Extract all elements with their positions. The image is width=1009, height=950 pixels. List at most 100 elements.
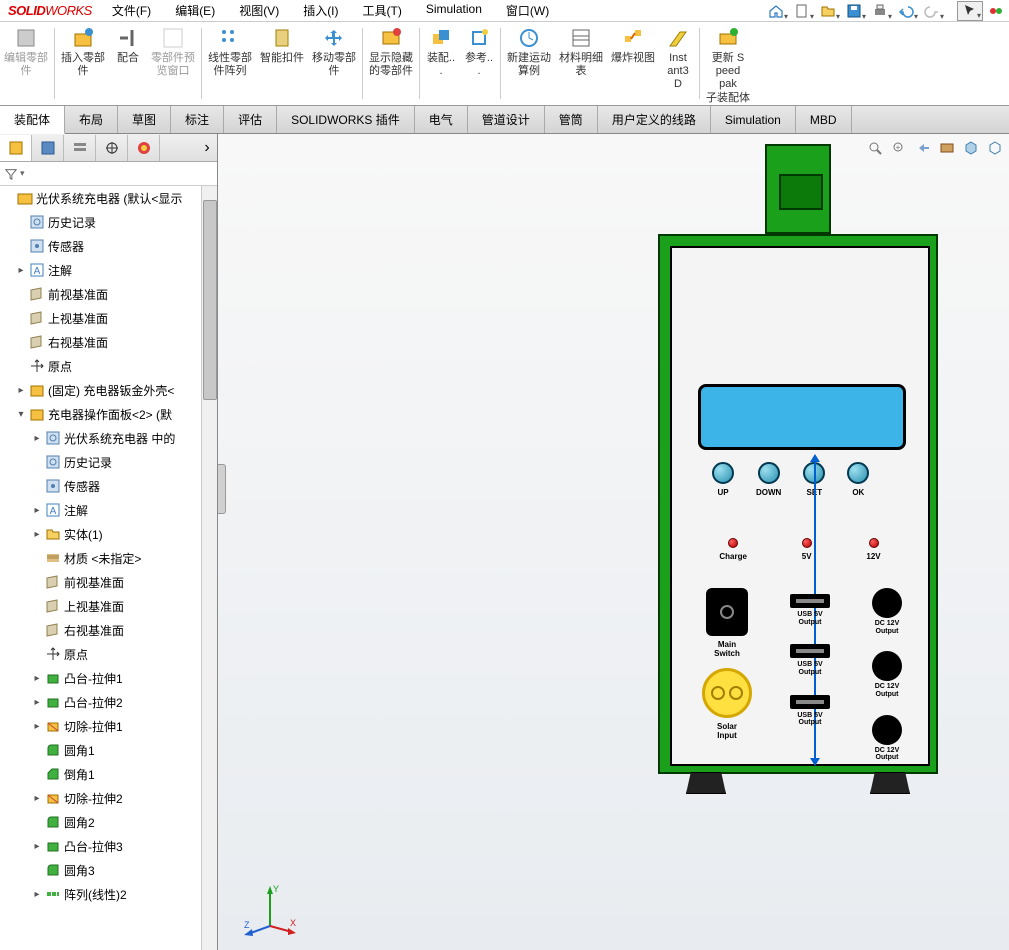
ribbon-pattern[interactable]: 线性零部件阵列	[204, 22, 256, 105]
tree-node[interactable]: ▸阵列(线性)2	[0, 882, 217, 906]
tab-用户定义的线路[interactable]: 用户定义的线路	[598, 106, 711, 133]
model-btn-OK: OK	[847, 462, 869, 497]
tree-node[interactable]: 原点	[0, 642, 217, 666]
model-led-5V: 5V	[802, 538, 812, 561]
model-solar-input	[702, 668, 752, 718]
ribbon-bom[interactable]: 材料明细表	[555, 22, 607, 105]
model-usb-port: USB 5VOutput	[790, 594, 830, 626]
ribbon-speedpak[interactable]: 更新 Speedpak 子装配体	[702, 22, 754, 105]
save-icon[interactable]: ▾	[841, 1, 867, 21]
tab-电气[interactable]: 电气	[415, 106, 468, 133]
view-orient-icon[interactable]	[961, 138, 981, 158]
ribbon-i3d[interactable]: Instant3D	[659, 22, 697, 105]
open-icon[interactable]: ▾	[815, 1, 841, 21]
graphics-viewport[interactable]: + UPDOWNSETOK Charge5V12V Main Switch So…	[218, 134, 1009, 950]
tree-node[interactable]: 前视基准面	[0, 570, 217, 594]
tree-node[interactable]: 前视基准面	[0, 282, 217, 306]
tree-node[interactable]: 上视基准面	[0, 306, 217, 330]
model-usb-port: USB 5VOutput	[790, 644, 830, 676]
ribbon-asm[interactable]: 装配...	[422, 22, 460, 105]
menu-插入(I)[interactable]: 插入(I)	[291, 0, 350, 22]
tree-node[interactable]: ▸(固定) 充电器钣金外壳<	[0, 378, 217, 402]
tab-MBD[interactable]: MBD	[796, 106, 852, 133]
menu-工具(T)[interactable]: 工具(T)	[351, 0, 414, 22]
undo-icon[interactable]: ▾	[893, 1, 919, 21]
ribbon-smart[interactable]: 智能扣件	[256, 22, 308, 105]
view-triad[interactable]: Y Z X	[242, 882, 298, 938]
tree-node[interactable]: 圆角1	[0, 738, 217, 762]
tree-node[interactable]: 光伏系统充电器 (默认<显示	[0, 186, 217, 210]
svg-text:+: +	[896, 143, 901, 152]
ribbon-showhide[interactable]: 显示隐藏的零部件	[365, 22, 417, 105]
menu-编辑(E)[interactable]: 编辑(E)	[163, 0, 227, 22]
model-charger[interactable]: UPDOWNSETOK Charge5V12V Main Switch Sola…	[658, 234, 938, 774]
model-dc-port: DC 12VOutput	[872, 715, 902, 762]
tree-node[interactable]: 右视基准面	[0, 330, 217, 354]
tab-布局[interactable]: 布局	[65, 106, 118, 133]
tab-评估[interactable]: 评估	[224, 106, 277, 133]
tab-草图[interactable]: 草图	[118, 106, 171, 133]
tree-node[interactable]: ▾充电器操作面板<2> (默	[0, 402, 217, 426]
tree-node[interactable]: 原点	[0, 354, 217, 378]
config-tab[interactable]	[64, 135, 96, 161]
tab-管道设计[interactable]: 管道设计	[468, 106, 545, 133]
tree-node[interactable]: 倒角1	[0, 762, 217, 786]
tree-node[interactable]: ▸切除-拉伸2	[0, 786, 217, 810]
tree-node[interactable]: 历史记录	[0, 210, 217, 234]
tree-node[interactable]: ▸实体(1)	[0, 522, 217, 546]
tab-Simulation[interactable]: Simulation	[711, 106, 796, 133]
tree-node[interactable]: 材质 <未指定>	[0, 546, 217, 570]
tab-SOLIDWORKS 插件[interactable]: SOLIDWORKS 插件	[277, 106, 415, 133]
tree-node[interactable]: 历史记录	[0, 450, 217, 474]
ribbon-motion[interactable]: 新建运动算例	[503, 22, 555, 105]
property-tab[interactable]	[32, 135, 64, 161]
ribbon-insert[interactable]: 插入零部件	[57, 22, 109, 105]
model-led-Charge: Charge	[719, 538, 747, 561]
tree-node[interactable]: ▸A注解	[0, 258, 217, 282]
tree-node[interactable]: ▸光伏系统充电器 中的	[0, 426, 217, 450]
new-icon[interactable]: ▾	[789, 1, 815, 21]
tree-node[interactable]: 传感器	[0, 474, 217, 498]
feature-tree-tab[interactable]	[0, 135, 32, 161]
menu-窗口(W)[interactable]: 窗口(W)	[494, 0, 561, 22]
zoom-area-icon[interactable]: +	[889, 138, 909, 158]
home-icon[interactable]: ▾	[763, 1, 789, 21]
ribbon-ref[interactable]: 参考...	[460, 22, 498, 105]
tab-装配体[interactable]: 装配体	[0, 106, 65, 134]
section-view-icon[interactable]	[937, 138, 957, 158]
tree-node[interactable]: 右视基准面	[0, 618, 217, 642]
dimxpert-tab[interactable]	[96, 135, 128, 161]
tree-node[interactable]: 圆角2	[0, 810, 217, 834]
tab-管筒[interactable]: 管筒	[545, 106, 598, 133]
menu-Simulation[interactable]: Simulation	[414, 0, 494, 22]
tab-标注[interactable]: 标注	[171, 106, 224, 133]
select-icon[interactable]: ▾	[957, 1, 983, 21]
menu-视图(V)[interactable]: 视图(V)	[227, 0, 291, 22]
tree-node[interactable]: ▸切除-拉伸1	[0, 714, 217, 738]
print-icon[interactable]: ▾	[867, 1, 893, 21]
ribbon-move[interactable]: 移动零部件	[308, 22, 360, 105]
tree-node[interactable]: ▸凸台-拉伸1	[0, 666, 217, 690]
ribbon-explode[interactable]: 爆炸视图	[607, 22, 659, 105]
panel-splitter-handle[interactable]	[218, 464, 226, 514]
panel-expand-icon[interactable]: ›	[197, 135, 217, 161]
tree-node[interactable]: ▸A注解	[0, 498, 217, 522]
ribbon-edit: 编辑零部件	[0, 22, 52, 105]
tree-node[interactable]: ▸凸台-拉伸2	[0, 690, 217, 714]
ribbon-mate[interactable]: 配合	[109, 22, 147, 105]
tree-node[interactable]: 上视基准面	[0, 594, 217, 618]
triad-x-label: X	[290, 918, 296, 928]
tree-scrollbar[interactable]	[201, 186, 217, 950]
rebuild-icon[interactable]	[983, 1, 1009, 21]
zoom-fit-icon[interactable]	[865, 138, 885, 158]
menu-文件(F)[interactable]: 文件(F)	[100, 0, 163, 22]
display-style-icon[interactable]	[985, 138, 1005, 158]
main-menu: 文件(F)编辑(E)视图(V)插入(I)工具(T)Simulation窗口(W)	[100, 0, 561, 22]
tree-node[interactable]: 圆角3	[0, 858, 217, 882]
tree-node[interactable]: ▸凸台-拉伸3	[0, 834, 217, 858]
prev-view-icon[interactable]	[913, 138, 933, 158]
tree-filter[interactable]: ▾	[0, 162, 217, 186]
display-tab[interactable]	[128, 135, 160, 161]
redo-icon[interactable]: ▾	[919, 1, 945, 21]
tree-node[interactable]: 传感器	[0, 234, 217, 258]
